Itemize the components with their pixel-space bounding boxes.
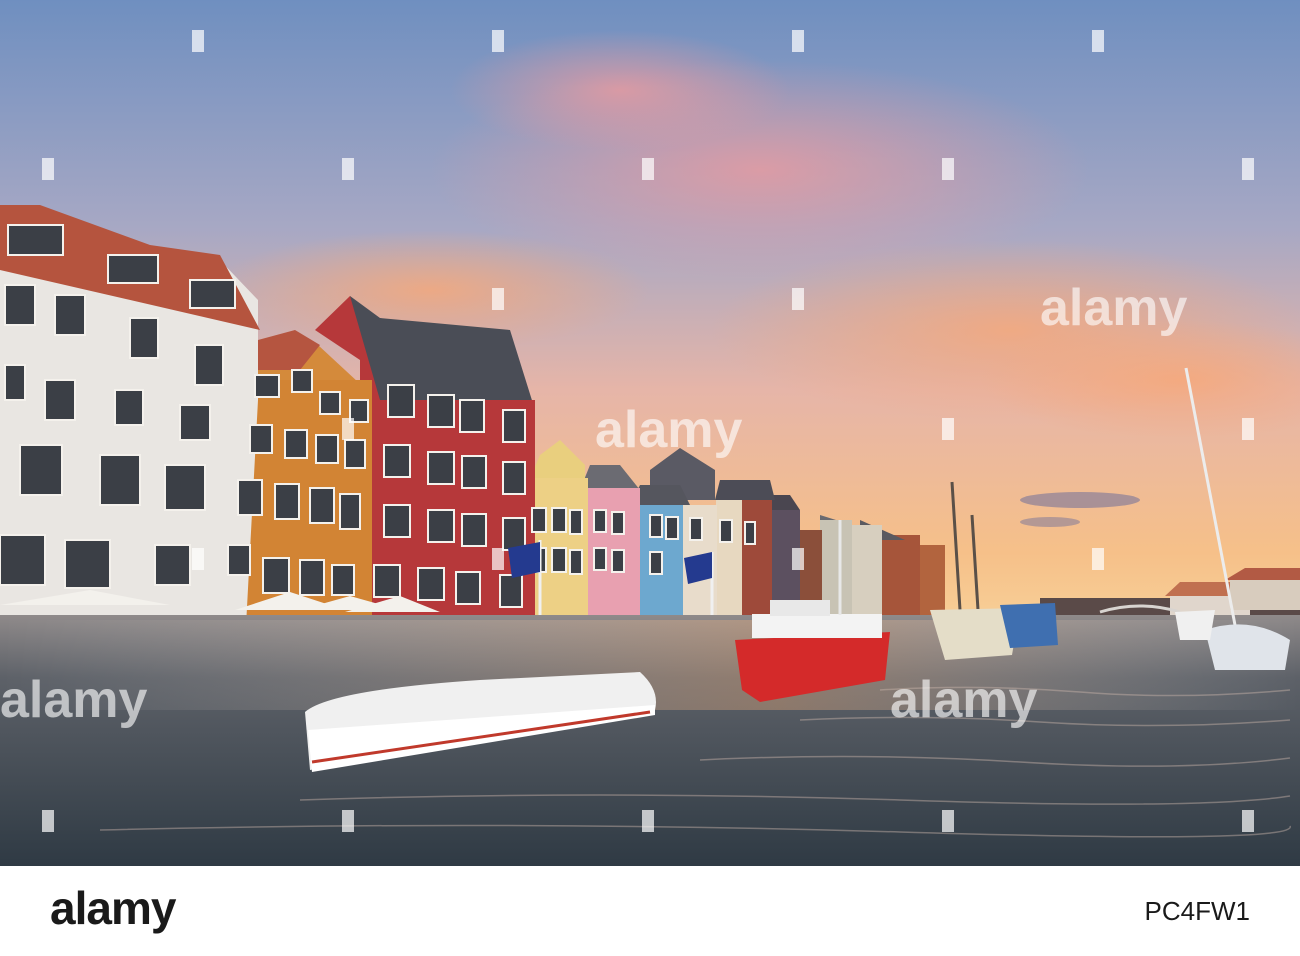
watermark-left: alamy [0, 671, 148, 729]
stock-photo: alamy alamy alamy alamy alamy PC4FW1 [0, 0, 1300, 956]
alamy-logo: alamy [50, 882, 176, 934]
watermark-center: alamy [595, 401, 743, 459]
image-id-label: PC4FW1 [1144, 896, 1250, 926]
watermark-right: alamy [890, 671, 1038, 729]
watermark-top-right: alamy [1040, 279, 1188, 337]
nyhavn-harbour-sunset-photo: alamy alamy alamy alamy [0, 0, 1300, 866]
footer-bar [0, 866, 1300, 956]
